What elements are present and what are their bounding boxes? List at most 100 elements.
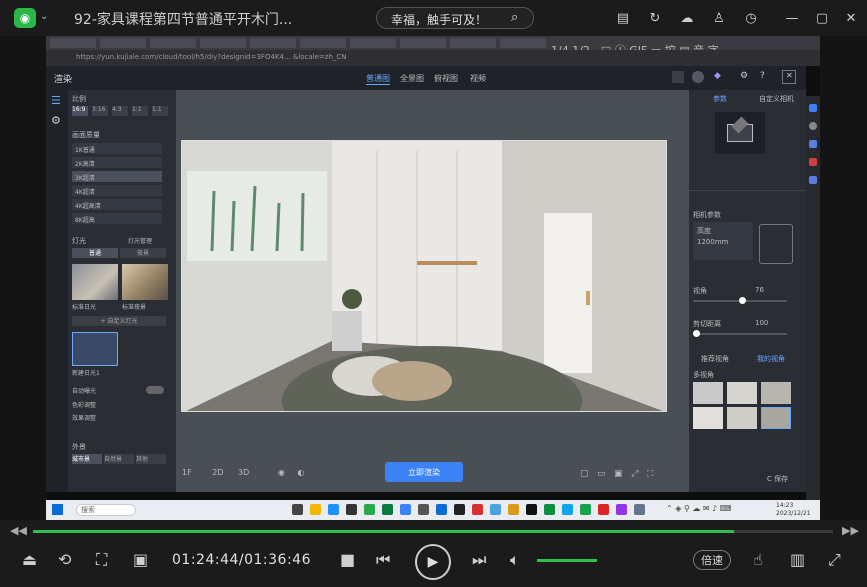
quality-row[interactable]: 4K超清 [72,185,162,196]
taskbar-search[interactable]: 搜索 [76,504,136,516]
gear-icon[interactable]: ⚙ [51,114,61,127]
exterior-tab[interactable]: 其他 [136,454,166,464]
stop-icon[interactable]: ■ [340,550,355,569]
view-thumbnail[interactable] [727,382,757,404]
player-logo-icon[interactable]: ◉ [14,8,36,28]
close-render-icon[interactable]: ✕ [782,70,796,84]
toolbox-icon[interactable]: ▥ [790,550,805,569]
ratio-option[interactable]: 16:9 [72,106,88,116]
visibility-icon[interactable]: ◐ [297,468,304,477]
search-icon[interactable]: ⌕ [511,10,518,25]
progress-track[interactable] [33,530,833,533]
auto-exposure-toggle[interactable] [146,386,164,394]
sidebar-app-icon[interactable] [809,104,817,112]
gesture-icon[interactable]: ☝ [753,550,763,569]
refresh-icon[interactable]: ↻ [646,9,664,27]
taskbar-app-icon[interactable] [436,504,447,515]
speed-button[interactable]: 倍速 [693,550,731,570]
clip-slider-handle[interactable] [693,330,700,337]
quality-row[interactable]: 4K超高清 [72,199,162,210]
taskbar-app-icon[interactable] [328,504,339,515]
ratio-option[interactable]: 1:1 [152,106,168,116]
tab-video[interactable]: 视频 [470,73,486,84]
taskbar-app-icon[interactable] [580,504,591,515]
quality-row[interactable]: 3K超清 [72,171,162,182]
eject-icon[interactable]: ⏏ [22,550,37,569]
taskbar-app-icon[interactable] [526,504,537,515]
save-view-button[interactable]: C 保存 [767,474,788,484]
taskbar-app-icon[interactable] [382,504,393,515]
volume-slider[interactable] [537,559,597,562]
help-icon[interactable]: ? [760,71,765,81]
browser-tab[interactable] [450,38,496,48]
sidebar-app-icon[interactable] [809,176,817,184]
ratio-option[interactable]: 1:1 [132,106,148,116]
layout-icon[interactable] [672,71,684,83]
light-tab-night[interactable]: 夜景 [120,248,166,258]
camera-icon[interactable] [692,71,704,83]
render-mode-icon[interactable]: ◆ [714,71,721,81]
quality-row[interactable]: 2K高清 [72,157,162,168]
browser-tab[interactable] [500,38,546,48]
taskbar-app-icon[interactable] [346,504,357,515]
exterior-tab[interactable]: 自然景 [104,454,134,464]
browser-tab[interactable] [50,38,96,48]
cloud-icon[interactable]: ☁ [678,9,696,27]
exterior-tab[interactable]: 城市景 [72,454,102,464]
gear-icon[interactable]: ⚙ [740,71,748,81]
seek-forward-icon[interactable]: ▶▶ [842,524,859,537]
search-box[interactable]: 幸福，触手可及！ ⌕ [376,7,534,29]
close-icon[interactable]: ✕ [842,9,860,27]
browser-tab[interactable] [200,38,246,48]
taskbar-app-icon[interactable] [400,504,411,515]
effect-adjust-link[interactable]: 效果调整 [72,413,96,422]
folder-icon[interactable] [310,504,321,515]
ratio-option[interactable]: 3:16 [92,106,108,116]
taskbar-app-icon[interactable] [634,504,645,515]
view-thumbnail[interactable] [727,407,757,429]
seek-back-icon[interactable]: ◀◀ [10,524,27,537]
browser-tab[interactable] [300,38,346,48]
playlist-icon[interactable]: ▤ [614,9,632,27]
sidebar-app-icon[interactable] [809,140,817,148]
minimize-icon[interactable]: — [783,9,801,27]
taskbar-app-icon[interactable] [364,504,375,515]
settings-sliders-icon[interactable]: ☰ [51,94,61,107]
volume-icon[interactable]: 🔈︎ [510,550,520,570]
screenshot-icon[interactable]: ⛶ [96,550,107,570]
view-3d-button[interactable]: 3D [238,468,249,477]
next-icon[interactable]: ⏭ [472,550,486,570]
quality-row[interactable]: 8K超高 [72,213,162,224]
browser-tab[interactable] [350,38,396,48]
view-thumbnail[interactable] [693,407,723,429]
right-tab-custom-camera[interactable]: 自定义相机 [759,94,794,104]
view-thumbnail[interactable] [761,382,791,404]
fov-slider-handle[interactable] [739,297,746,304]
play-button[interactable]: ▶ [415,544,451,580]
browser-tab[interactable] [100,38,146,48]
chevron-down-icon[interactable]: ⌄ [40,11,48,22]
preset-thumbnail[interactable] [122,264,168,300]
taskbar-app-icon[interactable] [472,504,483,515]
taskbar-app-icon[interactable] [454,504,465,515]
custom-light-button[interactable]: + 自定义灯光 [72,316,166,326]
clip-slider[interactable] [693,330,787,337]
recommended-views-label[interactable]: 推荐视角 [701,354,729,364]
floorplan-minimap[interactable] [715,112,765,154]
render-now-button[interactable]: 立即渲染 [385,462,463,482]
view-thumbnail[interactable] [761,407,791,429]
eye-icon[interactable]: ◉ [278,468,285,477]
clip-value[interactable]: 100 [755,319,768,327]
ratio-option[interactable]: 4:3 [112,106,128,116]
view-2d-button[interactable]: 2D [212,468,223,477]
color-adjust-link[interactable]: 色彩调整 [72,400,96,409]
taskbar-app-icon[interactable] [544,504,555,515]
browser-tab[interactable] [250,38,296,48]
taskbar-app-icon[interactable] [598,504,609,515]
fov-slider[interactable] [693,297,787,304]
render-viewport[interactable]: 1F 2D 3D ◉ ◐ 立即渲染 ▢ ▭ ▣ ⤢ ⛶ [176,90,689,492]
viewport-right-tools[interactable]: ▢ ▭ ▣ ⤢ ⛶ [580,469,653,479]
taskbar-app-icon[interactable] [616,504,627,515]
preset-thumbnail[interactable] [72,264,118,300]
browser-address-bar[interactable]: https://yun.kujiale.com/cloud/tool/h5/di… [46,50,820,66]
